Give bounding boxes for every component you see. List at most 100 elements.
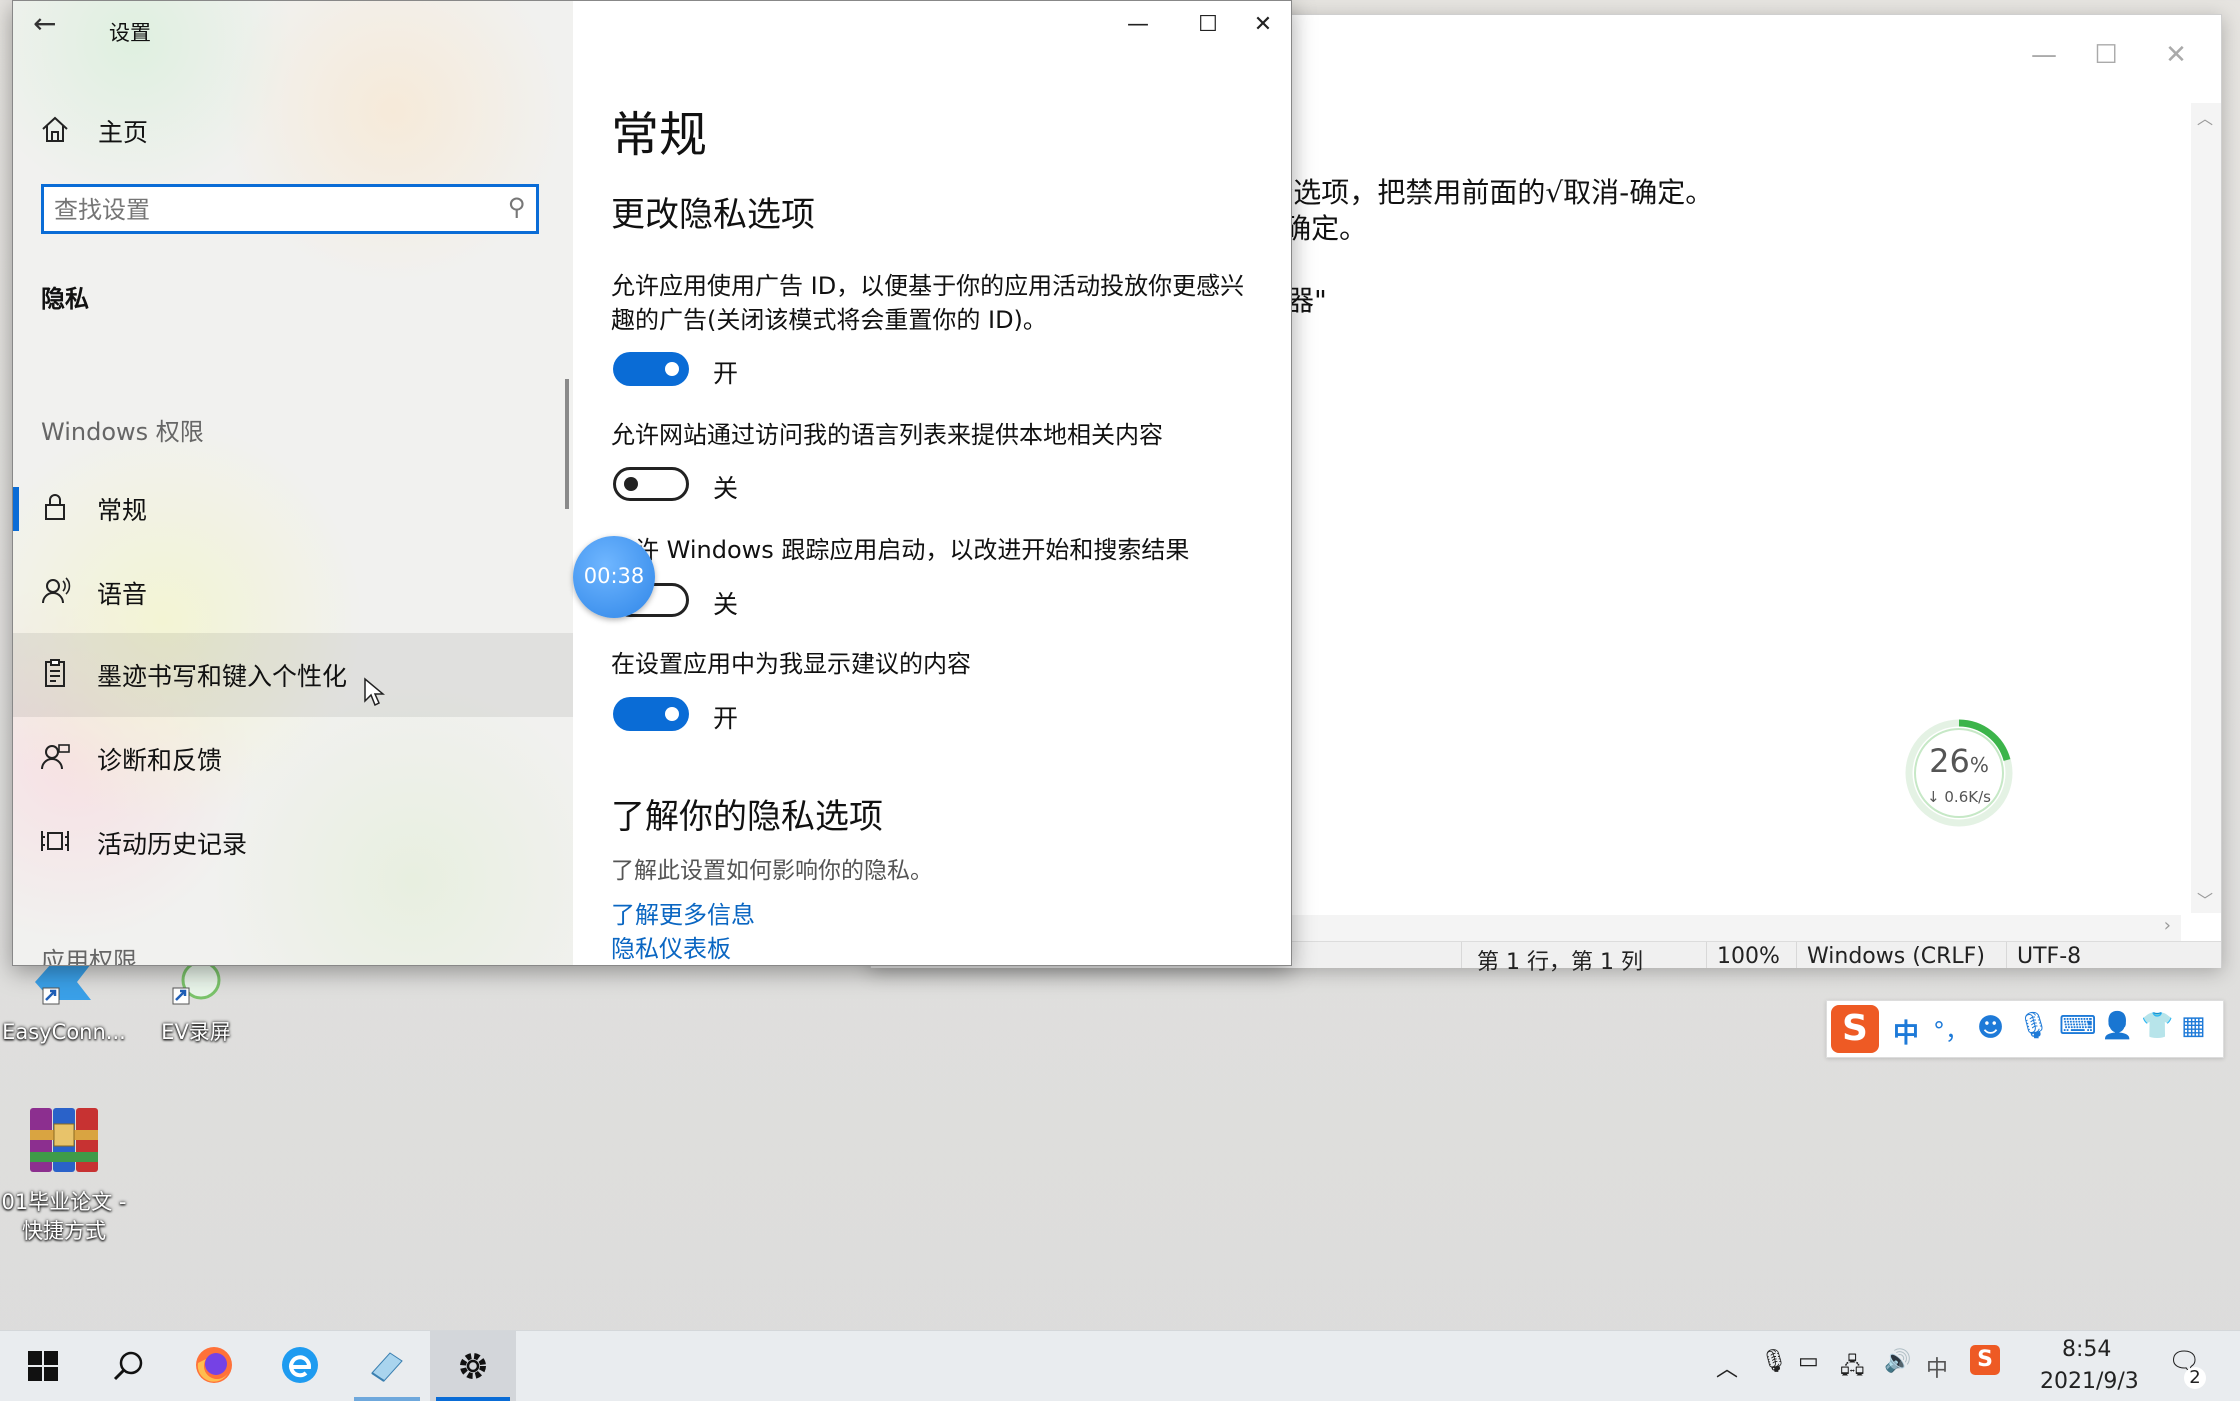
taskbar: ︿ 🎙 ▭ 🖧 🔊 中 S 8:54 2021/9/3 🗨 2	[0, 1330, 2240, 1401]
taskbar-browser[interactable]	[258, 1331, 344, 1401]
status-line-ending: Windows (CRLF)	[1807, 944, 1985, 969]
learn-more-link[interactable]: 了解更多信息	[611, 895, 755, 930]
taskbar-settings[interactable]	[430, 1331, 516, 1401]
minimize-button[interactable]: —	[1113, 5, 1163, 45]
toggle-advertising-id[interactable]	[613, 352, 689, 386]
desktop-icon-label: EV录屏	[161, 1020, 231, 1044]
maximize-button[interactable]: ☐	[1183, 5, 1233, 45]
desktop-icon-label-line1: 01毕业论文 -	[1, 1190, 127, 1214]
minimize-button[interactable]: —	[2009, 33, 2079, 77]
search-icon[interactable]: ⚲	[508, 193, 526, 221]
windows-logo-icon	[28, 1351, 58, 1381]
network-icon[interactable]: 🖧	[1840, 1349, 1865, 1387]
taskbar-notepad[interactable]	[344, 1331, 430, 1401]
home-icon	[42, 116, 68, 142]
maximize-button[interactable]: ☐	[2071, 33, 2141, 77]
toggle-suggested-content[interactable]	[613, 697, 689, 731]
back-arrow-icon[interactable]: ←	[33, 7, 56, 40]
option-description: 允许网站通过访问我的语言列表来提供本地相关内容	[611, 421, 1163, 449]
settings-content-pane: — ☐ ✕ 常规 更改隐私选项 允许应用使用广告 ID，以便基于你的应用活动投放…	[573, 1, 1291, 965]
desktop-icon-thesis-shortcut[interactable]: 01毕业论文 - 快捷方式	[0, 1104, 134, 1246]
sogou-logo-icon[interactable]: S	[1831, 1005, 1879, 1053]
nav-item-general[interactable]: 常规	[13, 467, 573, 551]
microphone-tray-icon[interactable]: 🎙	[1760, 1349, 1788, 1374]
scroll-right-arrow-icon[interactable]: ›	[2164, 915, 2171, 936]
gear-icon	[460, 1353, 486, 1379]
section-heading: 隐私	[41, 285, 89, 313]
close-button[interactable]: ✕	[1233, 5, 1291, 45]
ime-lang-toggle[interactable]: 中	[1893, 1013, 1919, 1050]
net-percent-sign: %	[1969, 753, 1989, 777]
nav-item-activity-history[interactable]: 活动历史记录	[13, 801, 573, 885]
toggle-language-list[interactable]	[613, 467, 689, 501]
feedback-person-icon	[41, 744, 70, 770]
nav-item-label: 主页	[98, 118, 149, 147]
net-speed: ↓ 0.6K/s	[1927, 788, 1991, 806]
nav-item-label: 活动历史记录	[97, 830, 248, 859]
desktop-icon-ev-recorder[interactable]: EV录屏	[126, 958, 266, 1047]
taskbar-firefox[interactable]	[172, 1331, 258, 1401]
privacy-dashboard-link[interactable]: 隐私仪表板	[611, 929, 731, 964]
know-privacy-desc: 了解此设置如何影响你的隐私。	[611, 858, 933, 884]
scroll-down-arrow-icon[interactable]: ﹀	[2197, 887, 2213, 911]
settings-navigation-pane: ← 设置 主页 ⚲ 隐私 Windows 权限 常规	[13, 1, 573, 965]
option-description: 允许 Windows 跟踪应用启动，以改进开始和搜索结果	[611, 536, 1190, 564]
nav-item-home[interactable]: 主页	[13, 89, 573, 173]
browser-e-icon	[282, 1347, 318, 1383]
desktop-icon-label: EasyConn...	[2, 1020, 126, 1044]
microphone-icon[interactable]: 🎙	[2017, 1011, 2050, 1041]
search-button[interactable]	[86, 1331, 172, 1401]
settings-window[interactable]: ← 设置 主页 ⚲ 隐私 Windows 权限 常规	[12, 0, 1292, 966]
ime-indicator[interactable]: 中	[1926, 1351, 1948, 1383]
keyboard-icon[interactable]: ⌨	[2059, 1011, 2097, 1041]
winrar-archive-icon	[30, 1108, 98, 1172]
mouse-cursor-icon	[364, 677, 385, 707]
skin-shirt-icon[interactable]: 👕	[2141, 1011, 2173, 1041]
clipboard-pen-icon	[45, 659, 65, 687]
status-encoding: UTF-8	[2017, 944, 2082, 969]
toggle-state-label: 开	[713, 704, 739, 733]
recorder-timer-bubble[interactable]: 00:38	[573, 536, 655, 618]
sogou-tray-icon[interactable]: S	[1970, 1345, 2000, 1375]
clock-time[interactable]: 8:54	[2062, 1337, 2111, 1362]
nav-item-speech[interactable]: 语音	[13, 551, 573, 635]
group-heading: Windows 权限	[41, 418, 204, 446]
nav-scrollbar[interactable]	[565, 379, 569, 509]
emoji-icon[interactable]: ☻	[1977, 1013, 2004, 1043]
nav-item-diagnostics[interactable]: 诊断和反馈	[13, 717, 573, 801]
vertical-scrollbar[interactable]: ︿ ﹀	[2191, 103, 2221, 913]
page-title: 常规	[611, 107, 708, 163]
scroll-up-arrow-icon[interactable]: ︿	[2197, 105, 2213, 129]
close-button[interactable]: ✕	[2141, 33, 2211, 77]
ime-toolbar[interactable]: S 中 °， ☻ 🎙 ⌨ 👤 👕 ▦	[1826, 1000, 2224, 1058]
battery-icon[interactable]: ▭	[1798, 1349, 1819, 1374]
nav-item-label: 墨迹书写和键入个性化	[97, 662, 348, 691]
option-description: 在设置应用中为我显示建议的内容	[611, 650, 971, 678]
toolbox-grid-icon[interactable]: ▦	[2181, 1011, 2206, 1041]
notepad-icon	[371, 1352, 403, 1382]
notification-count-badge: 2	[2184, 1367, 2206, 1389]
nav-item-label: 诊断和反馈	[97, 746, 223, 775]
search-icon	[113, 1351, 143, 1381]
window-title: 设置	[109, 21, 151, 45]
firefox-icon	[196, 1347, 232, 1383]
search-input[interactable]	[52, 193, 476, 227]
start-button[interactable]	[0, 1331, 86, 1401]
nav-item-inking-typing[interactable]: 墨迹书写和键入个性化	[13, 633, 573, 717]
speech-person-icon	[42, 577, 71, 604]
network-speed-widget[interactable]: 26% ↓ 0.6K/s	[1904, 718, 2014, 828]
ime-punct-toggle[interactable]: °，	[1933, 1011, 1969, 1046]
toggle-state-label: 关	[713, 474, 739, 503]
timeline-icon	[41, 831, 69, 851]
group-heading: 应用权限	[41, 947, 137, 966]
clock-date[interactable]: 2021/9/3	[2040, 1369, 2139, 1394]
volume-icon[interactable]: 🔊	[1884, 1349, 1911, 1374]
status-cursor-position: 第 1 行，第 1 列	[1477, 950, 1643, 975]
search-box[interactable]: ⚲	[41, 184, 539, 234]
user-icon[interactable]: 👤	[2101, 1011, 2133, 1041]
desktop-icon-easyconnect[interactable]: EasyConn...	[0, 958, 134, 1047]
recorder-timer-text: 00:38	[583, 564, 645, 588]
desktop-icon-label-line2: 快捷方式	[22, 1219, 106, 1243]
show-hidden-icons-chevron-icon[interactable]: ︿	[1716, 1351, 1738, 1383]
know-privacy-title: 了解你的隐私选项	[611, 797, 883, 837]
